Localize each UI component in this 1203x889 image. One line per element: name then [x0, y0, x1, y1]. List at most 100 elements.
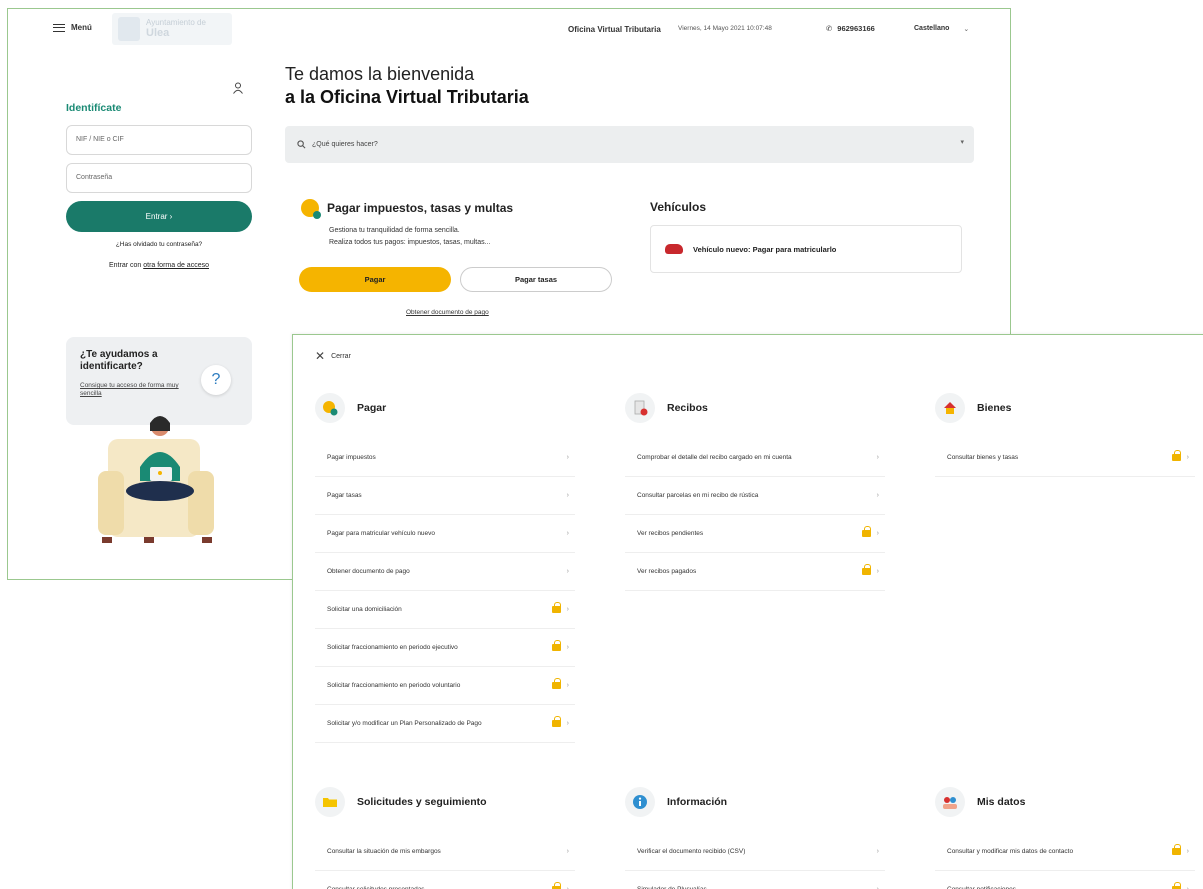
- close-label: Cerrar: [331, 352, 351, 360]
- menu-item[interactable]: Solicitar una domiciliación ›: [315, 591, 575, 629]
- menu-item[interactable]: Simulador de Plusvalías›: [625, 871, 885, 889]
- municipality-logo[interactable]: Ayuntamiento de Ulea: [112, 13, 232, 45]
- coin-icon: [315, 393, 345, 423]
- menu-section-header: Información: [625, 785, 885, 819]
- password-field[interactable]: Contraseña: [66, 163, 252, 193]
- coat-of-arms-icon: [118, 17, 140, 41]
- lock-icon: [861, 526, 871, 537]
- menu-item-indicators: ›: [567, 454, 569, 461]
- menu-item-indicators: ›: [567, 568, 569, 575]
- vehicles-title: Vehículos: [650, 200, 707, 214]
- phone-number: 962963166: [837, 24, 875, 33]
- welcome-line-2: a la Oficina Virtual Tributaria: [285, 87, 529, 107]
- menu-item[interactable]: Pagar para matricular vehículo nuevo ›: [315, 515, 575, 553]
- menu-section-bienes: Bienes Consultar bienes y tasas ›: [935, 391, 1195, 477]
- pay-fees-button[interactable]: Pagar tasas: [460, 267, 612, 292]
- menu-item[interactable]: Pagar tasas ›: [315, 477, 575, 515]
- menu-item[interactable]: Solicitar fraccionamiento en periodo eje…: [315, 629, 575, 667]
- logo-text: Ayuntamiento de Ulea: [146, 18, 206, 41]
- menu-section-list: Verificar el documento recibido (CSV) › Si…: [625, 833, 885, 889]
- logo-line-2: Ulea: [146, 27, 170, 40]
- menu-item-indicators: ›: [551, 716, 569, 727]
- pay-card-header: Pagar impuestos, tasas y multas: [301, 199, 513, 219]
- menu-item-label: Ver recibos pagados: [637, 568, 697, 575]
- help-link[interactable]: Consigue tu acceso de forma muy sencilla: [80, 382, 190, 399]
- menu-item[interactable]: Comprobar el detalle del recibo cargado …: [625, 439, 885, 477]
- chevron-right-icon: ›: [566, 454, 569, 461]
- menu-item-label: Pagar tasas: [327, 492, 362, 499]
- menu-section-title: Pagar: [357, 402, 387, 414]
- people-icon: [935, 787, 965, 817]
- pay-card-description: Gestiona tu tranquilidad de forma sencil…: [329, 225, 490, 249]
- car-icon: [665, 244, 683, 254]
- menu-section-list: Pagar impuestos › Pagar tasas › Pagar para m…: [315, 439, 575, 743]
- menu-item[interactable]: Ver recibos pendientes ›: [625, 515, 885, 553]
- alt-access-link[interactable]: otra forma de acceso: [143, 262, 209, 269]
- user-icon: [232, 82, 244, 97]
- coin-icon: [301, 199, 321, 219]
- forgot-password-link[interactable]: ¿Has olvidado tu contraseña?: [66, 241, 252, 248]
- nif-field[interactable]: NIF / NIE o CIF: [66, 125, 252, 155]
- menu-section-title: Mis datos: [977, 796, 1026, 808]
- menu-section-list: Consultar y modificar mis datos de conta…: [935, 833, 1195, 889]
- menu-item-indicators: ›: [1171, 450, 1189, 461]
- obtain-document-link[interactable]: Obtener documento de pago: [406, 309, 489, 316]
- lock-icon: [1171, 450, 1181, 461]
- menu-item-label: Consultar parcelas en mi recibo de rústi…: [637, 492, 759, 499]
- menu-section-header: Solicitudes y seguimiento: [315, 785, 575, 819]
- menu-item-label: Consultar la situación de mis embargos: [327, 848, 441, 855]
- chevron-down-icon: ⌄: [963, 26, 970, 33]
- question-icon[interactable]: ?: [201, 365, 231, 395]
- menu-button[interactable]: Menú: [53, 23, 92, 32]
- menu-item[interactable]: Consultar y modificar mis datos de conta…: [935, 833, 1195, 871]
- receipt-icon: [625, 393, 655, 423]
- menu-item-label: Verificar el documento recibido (CSV): [637, 848, 746, 855]
- lock-icon: [1171, 844, 1181, 855]
- menu-item-label: Obtener documento de pago: [327, 568, 410, 575]
- menu-item-indicators: ›: [551, 602, 569, 613]
- language-selector[interactable]: Castellano ⌄: [914, 25, 969, 33]
- menu-item-indicators: ›: [877, 492, 879, 499]
- chevron-right-icon: ›: [566, 848, 569, 855]
- menu-item[interactable]: Verificar el documento recibido (CSV) ›: [625, 833, 885, 871]
- menu-item[interactable]: Ver recibos pagados ›: [625, 553, 885, 591]
- menu-item[interactable]: Solicitar fraccionamiento en periodo vol…: [315, 667, 575, 705]
- menu-item[interactable]: Consultar notificaciones›: [935, 871, 1195, 889]
- close-button[interactable]: ✕ Cerrar: [315, 349, 351, 363]
- new-vehicle-card[interactable]: Vehículo nuevo: Pagar para matricularlo: [650, 225, 962, 273]
- menu-item[interactable]: Obtener documento de pago ›: [315, 553, 575, 591]
- datetime: Viernes, 14 Mayo 2021 10:07:48: [678, 25, 772, 32]
- new-vehicle-label: Vehículo nuevo: Pagar para matricularlo: [693, 244, 837, 254]
- menu-section-title: Recibos: [667, 402, 708, 414]
- chevron-right-icon: ›: [566, 644, 569, 651]
- pay-button[interactable]: Pagar: [299, 267, 451, 292]
- menu-item[interactable]: Consultar parcelas en mi recibo de rústi…: [625, 477, 885, 515]
- menu-item-indicators: ›: [1171, 844, 1189, 855]
- menu-overlay: ✕ Cerrar Pagar Pagar impuestos › Pagar tasa…: [292, 334, 1203, 889]
- info-icon: [625, 787, 655, 817]
- alt-access: Entrar con otra forma de acceso: [66, 262, 252, 269]
- chevron-right-icon: ›: [566, 606, 569, 613]
- menu-section-pagar: Pagar Pagar impuestos › Pagar tasas › Pagar p…: [315, 391, 575, 743]
- phone-link[interactable]: ✆ 962963166: [826, 24, 875, 33]
- phone-icon: ✆: [826, 24, 833, 33]
- lock-icon: [551, 678, 561, 689]
- hamburger-icon: [53, 23, 65, 32]
- logo-line-1: Ayuntamiento de: [146, 17, 206, 27]
- menu-section-solicitudes-y-seguimiento: Solicitudes y seguimiento Consultar la si…: [315, 785, 575, 889]
- menu-item[interactable]: Consultar solicitudes presentadas›: [315, 871, 575, 889]
- language-value: Castellano: [914, 25, 950, 32]
- chevron-right-icon: ›: [876, 454, 879, 461]
- menu-section-header: Bienes: [935, 391, 1195, 425]
- chevron-right-icon: ›: [566, 568, 569, 575]
- menu-section-list: Comprobar el detalle del recibo cargado …: [625, 439, 885, 591]
- menu-item[interactable]: Consultar bienes y tasas ›: [935, 439, 1195, 477]
- menu-item[interactable]: Consultar la situación de mis embargos ›: [315, 833, 575, 871]
- folder-icon: [315, 787, 345, 817]
- enter-button[interactable]: Entrar ›: [66, 201, 252, 232]
- search-bar[interactable]: ¿Qué quieres hacer? ▾: [285, 126, 974, 163]
- menu-item[interactable]: Pagar impuestos ›: [315, 439, 575, 477]
- office-title: Oficina Virtual Tributaria: [568, 25, 661, 34]
- menu-item-label: Consultar y modificar mis datos de conta…: [947, 848, 1074, 855]
- menu-item[interactable]: Solicitar y/o modificar un Plan Personal…: [315, 705, 575, 743]
